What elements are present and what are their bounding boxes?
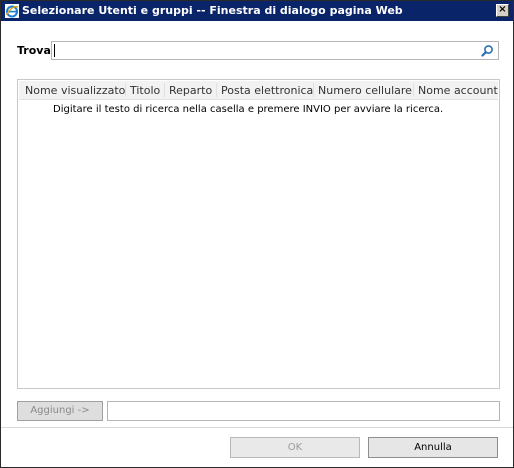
column-divider [125, 83, 126, 97]
add-button[interactable]: Aggiungi -> [17, 401, 103, 421]
text-cursor [54, 44, 55, 57]
search-icon[interactable] [481, 44, 494, 57]
column-header-display-name[interactable]: Nome visualizzato [25, 84, 125, 97]
search-input[interactable] [54, 43, 474, 58]
column-header-mobile[interactable]: Numero cellulare [318, 84, 412, 97]
search-hint: Digitare il testo di ricerca nella casel… [53, 104, 444, 115]
title-bar[interactable]: Selezionare Utenti e gruppi -- Finestra … [1, 1, 513, 21]
search-box[interactable] [51, 41, 499, 60]
column-divider [216, 83, 217, 97]
search-label: Trova [17, 44, 51, 57]
ok-button[interactable]: OK [230, 437, 360, 458]
column-header-email[interactable]: Posta elettronica [221, 84, 313, 97]
column-divider [313, 83, 314, 97]
footer-divider [1, 427, 513, 428]
cancel-button[interactable]: Annulla [368, 437, 498, 458]
column-header-department[interactable]: Reparto [169, 84, 212, 97]
internet-explorer-icon [5, 4, 19, 18]
close-button[interactable]: × [496, 4, 509, 17]
column-header-title[interactable]: Titolo [130, 84, 160, 97]
column-divider [413, 83, 414, 97]
dialog-window: Selezionare Utenti e gruppi -- Finestra … [0, 0, 514, 468]
window-title: Selezionare Utenti e gruppi -- Finestra … [22, 4, 403, 17]
close-icon: × [498, 4, 507, 15]
column-header-account[interactable]: Nome account [418, 84, 498, 97]
selected-users-field[interactable] [107, 401, 500, 421]
results-panel: Nome visualizzato Titolo Reparto Posta e… [17, 79, 500, 389]
results-header: Nome visualizzato Titolo Reparto Posta e… [19, 81, 498, 100]
column-divider [164, 83, 165, 97]
